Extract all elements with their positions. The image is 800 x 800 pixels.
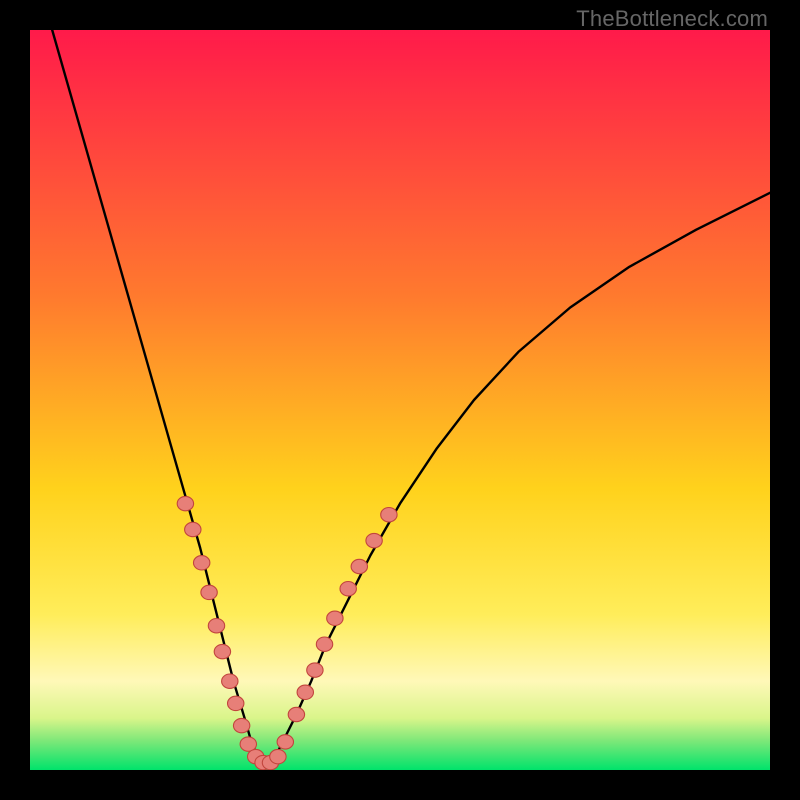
data-point (270, 749, 286, 763)
watermark-text: TheBottleneck.com (576, 6, 768, 32)
data-point (233, 718, 249, 732)
data-point (381, 508, 397, 522)
data-point (222, 674, 238, 688)
data-point (277, 735, 293, 749)
data-point (214, 644, 230, 658)
data-point (297, 685, 313, 699)
chart-container: TheBottleneck.com (0, 0, 800, 800)
data-point (193, 556, 209, 570)
data-point (327, 611, 343, 625)
plot-area (30, 30, 770, 770)
data-point (307, 663, 323, 677)
data-point (340, 582, 356, 596)
data-point (177, 496, 193, 510)
data-point (351, 559, 367, 573)
data-point (316, 637, 332, 651)
data-point (201, 585, 217, 599)
data-point (185, 522, 201, 536)
data-point (288, 707, 304, 721)
gradient-background (30, 30, 770, 770)
data-point (228, 696, 244, 710)
chart-svg (30, 30, 770, 770)
data-point (208, 619, 224, 633)
data-point (366, 533, 382, 547)
